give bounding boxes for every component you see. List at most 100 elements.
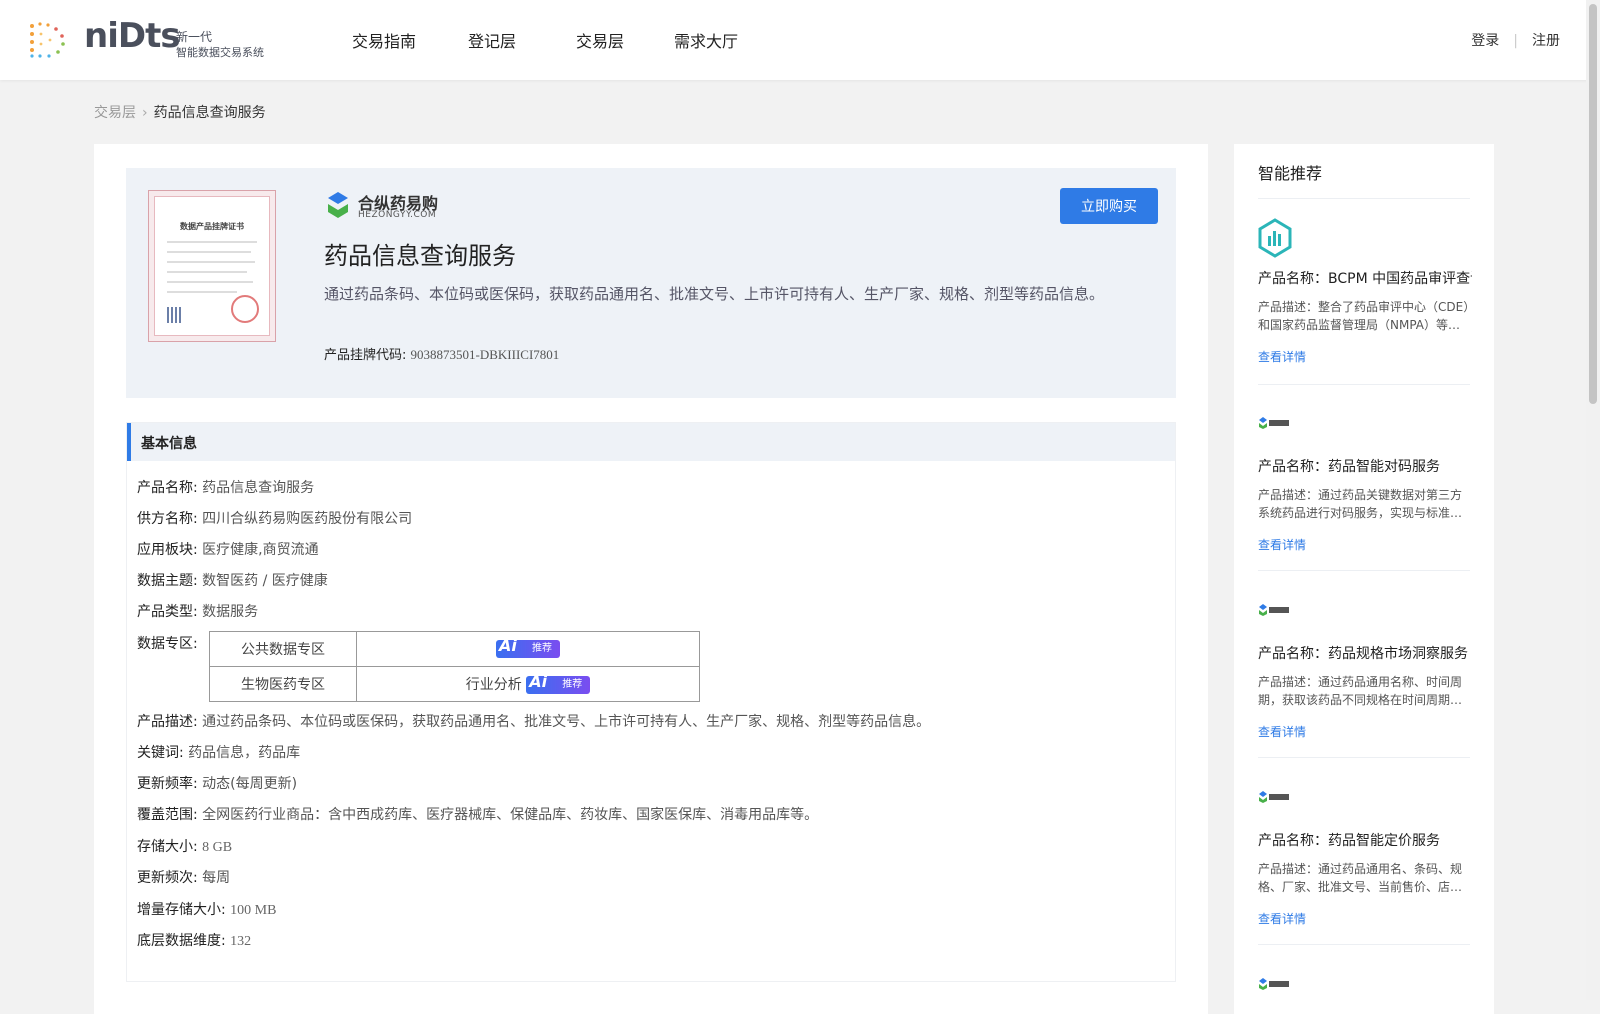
recommendation-name[interactable]: 产品名称：药品智能定价服务	[1258, 830, 1472, 850]
product-detail-card: 数据产品挂牌证书 合纵药易购 HEZONGYY.COM 药品信息查询服务 通过药…	[94, 144, 1208, 1014]
brand-logo-icon	[1259, 604, 1289, 616]
listing-code: 产品挂牌代码: 9038873501-DBKIIICI7801	[324, 344, 559, 363]
info-label: 关键词:	[137, 745, 184, 761]
product-title: 药品信息查询服务	[324, 242, 516, 270]
info-label: 产品描述:	[137, 714, 198, 730]
logo-wordmark: niDts	[84, 16, 181, 56]
info-label: 供方名称:	[137, 511, 198, 527]
recommendation-name[interactable]: 产品名称：药品规格市场洞察服务	[1258, 643, 1472, 663]
info-row: 更新频次: 每周	[137, 867, 230, 887]
ai-recommend-badge: Ai 推荐	[496, 637, 560, 658]
nav-item-trade-guide[interactable]: 交易指南	[352, 28, 416, 52]
info-value: 药品信息查询服务	[202, 480, 315, 496]
zone-tag-text: 行业分析	[465, 677, 522, 693]
info-row: 存储大小: 8 GB	[137, 836, 232, 856]
info-value: 100 MB	[230, 903, 277, 918]
brand-domain: HEZONGYY.COM	[358, 210, 437, 220]
recommendation-desc: 产品描述：通过药品通用名、条码、规格、厂家、批准文号、当前售价、店铺等信息提供定…	[1258, 862, 1463, 894]
recommendation-item: 产品名称：药品智能对码服务 产品描述：通过药品关键数据对第三方系统药品进行对码服…	[1258, 416, 1472, 556]
info-row: 更新频率: 动态(每周更新)	[137, 773, 297, 793]
product-summary-panel: 数据产品挂牌证书 合纵药易购 HEZONGYY.COM 药品信息查询服务 通过药…	[126, 168, 1176, 398]
info-row: 产品类型: 数据服务	[137, 601, 258, 621]
info-row: 供方名称: 四川合纵药易购医药股份有限公司	[137, 508, 412, 528]
ai-recommend-badge: Ai 推荐	[526, 672, 591, 694]
breadcrumb-current: 药品信息查询服务	[153, 105, 266, 121]
recommendation-name[interactable]: 产品名称：BCPM 中国药品审评查询	[1258, 268, 1472, 288]
recommendation-sidebar: 智能推荐 产品名称：BCPM 中国药品审评查询 产品描述：整合了药品审评中心（C…	[1234, 144, 1494, 1014]
zone-tag-cell: Ai 推荐	[356, 631, 700, 667]
sidebar-title: 智能推荐	[1258, 164, 1323, 183]
recommendation-desc: 产品描述：整合了药品审评中心（CDE）和国家药品监督管理局（NMPA）等多个数据…	[1258, 300, 1472, 332]
view-details-link[interactable]: 查看详情	[1258, 723, 1306, 740]
register-link[interactable]: 注册	[1532, 33, 1560, 49]
nav-item-demand-hall[interactable]: 需求大厅	[674, 28, 738, 52]
info-row: 产品名称: 药品信息查询服务	[137, 477, 314, 497]
divider	[1258, 570, 1470, 571]
info-row: 产品描述: 通过药品条码、本位码或医保码，获取药品通用名、批准文号、上市许可持有…	[137, 711, 930, 731]
view-details-link[interactable]: 查看详情	[1258, 910, 1306, 927]
nav-item-trading-layer[interactable]: 交易层	[576, 28, 624, 52]
scrollbar-thumb[interactable]	[1589, 4, 1597, 404]
table-row: 生物医药专区 行业分析 Ai 推荐	[209, 666, 700, 702]
view-details-link[interactable]: 查看详情	[1258, 348, 1306, 365]
qr-code-icon	[167, 307, 183, 323]
info-value: 每周	[202, 870, 231, 886]
info-label: 应用板块:	[137, 542, 198, 558]
info-value: 8 GB	[202, 840, 233, 855]
nav-item-registration-layer[interactable]: 登记层	[468, 28, 516, 52]
brand-logo-icon	[1259, 417, 1289, 429]
view-details-link[interactable]: 查看详情	[1258, 536, 1306, 553]
logo-tagline-line2: 智能数据交易系统	[176, 46, 264, 59]
zone-name[interactable]: 公共数据专区	[209, 631, 357, 667]
info-value: 数智医药 / 医疗健康	[202, 573, 328, 589]
info-value: 动态(每周更新)	[202, 776, 298, 792]
info-value: 药品信息，药品库	[188, 745, 301, 761]
brand-logo-icon	[1259, 978, 1289, 990]
breadcrumb: 交易层 › 药品信息查询服务	[94, 102, 266, 122]
login-link[interactable]: 登录	[1471, 33, 1499, 49]
info-label: 产品名称:	[137, 480, 198, 496]
logo-tagline-line1: 新一代	[176, 30, 213, 44]
supplier-brand: 合纵药易购 HEZONGYY.COM	[324, 190, 438, 224]
breadcrumb-parent[interactable]: 交易层	[94, 105, 136, 121]
basic-info-header: 基本信息	[127, 423, 1175, 461]
info-label: 更新频次:	[137, 870, 198, 886]
auth-links: 登录 | 注册	[1471, 30, 1560, 50]
section-title: 基本信息	[141, 436, 197, 452]
auth-divider: |	[1513, 33, 1518, 49]
info-row: 增量存储大小: 100 MB	[137, 899, 276, 919]
info-value: 医疗健康,商贸流通	[202, 542, 319, 558]
brand-logo-icon	[1259, 791, 1289, 803]
listing-code-label: 产品挂牌代码:	[324, 348, 407, 363]
data-zone-table: 公共数据专区 Ai 推荐 生物医药专区 行业分析 Ai 推荐	[209, 631, 700, 702]
buy-now-button[interactable]: 立即购买	[1060, 188, 1158, 224]
recommendation-desc: 产品描述：通过药品通用名称、时间周期，获取该药品不同规格在时间周期内的市场表现	[1258, 675, 1463, 707]
zone-tag-cell: 行业分析 Ai 推荐	[356, 666, 700, 702]
divider	[1258, 944, 1470, 945]
info-value: 132	[230, 934, 252, 949]
ai-icon: Ai	[529, 672, 548, 691]
recommendation-item: 产品名称：药品规格市场洞察服务 产品描述：通过药品通用名称、时间周期，获取该药品…	[1258, 603, 1472, 743]
certificate-title: 数据产品挂牌证书	[180, 222, 244, 231]
site-logo[interactable]: niDts 新一代 智能数据交易系统	[28, 16, 268, 62]
listing-code-value: 9038873501-DBKIIICI7801	[410, 347, 560, 362]
page-scrollbar[interactable]	[1586, 0, 1600, 1000]
info-row: 关键词: 药品信息，药品库	[137, 742, 300, 762]
table-row: 公共数据专区 Ai 推荐	[209, 631, 700, 667]
info-value: 数据服务	[202, 604, 259, 620]
info-label: 产品类型:	[137, 604, 198, 620]
zone-name[interactable]: 生物医药专区	[209, 666, 357, 702]
recommendation-name[interactable]: 产品名称：药品智能对码服务	[1258, 456, 1472, 476]
divider	[1258, 198, 1470, 199]
divider	[1258, 757, 1470, 758]
info-row: 数据主题: 数智医药 / 医疗健康	[137, 570, 328, 590]
info-value: 全网医药行业商品：含中西成药库、医疗器械库、保健品库、药妆库、国家医保库、消毒用…	[202, 807, 819, 823]
listing-certificate-image[interactable]: 数据产品挂牌证书	[148, 190, 276, 342]
data-zone-label-row: 数据专区:	[137, 633, 198, 653]
info-row: 底层数据维度: 132	[137, 930, 251, 950]
info-row: 应用板块: 医疗健康,商贸流通	[137, 539, 319, 559]
info-label: 增量存储大小:	[137, 902, 226, 918]
seal-stamp-icon	[231, 295, 259, 323]
basic-info-section: 基本信息 产品名称: 药品信息查询服务 供方名称: 四川合纵药易购医药股份有限公…	[126, 422, 1176, 982]
info-row: 覆盖范围: 全网医药行业商品：含中西成药库、医疗器械库、保健品库、药妆库、国家医…	[137, 804, 818, 824]
